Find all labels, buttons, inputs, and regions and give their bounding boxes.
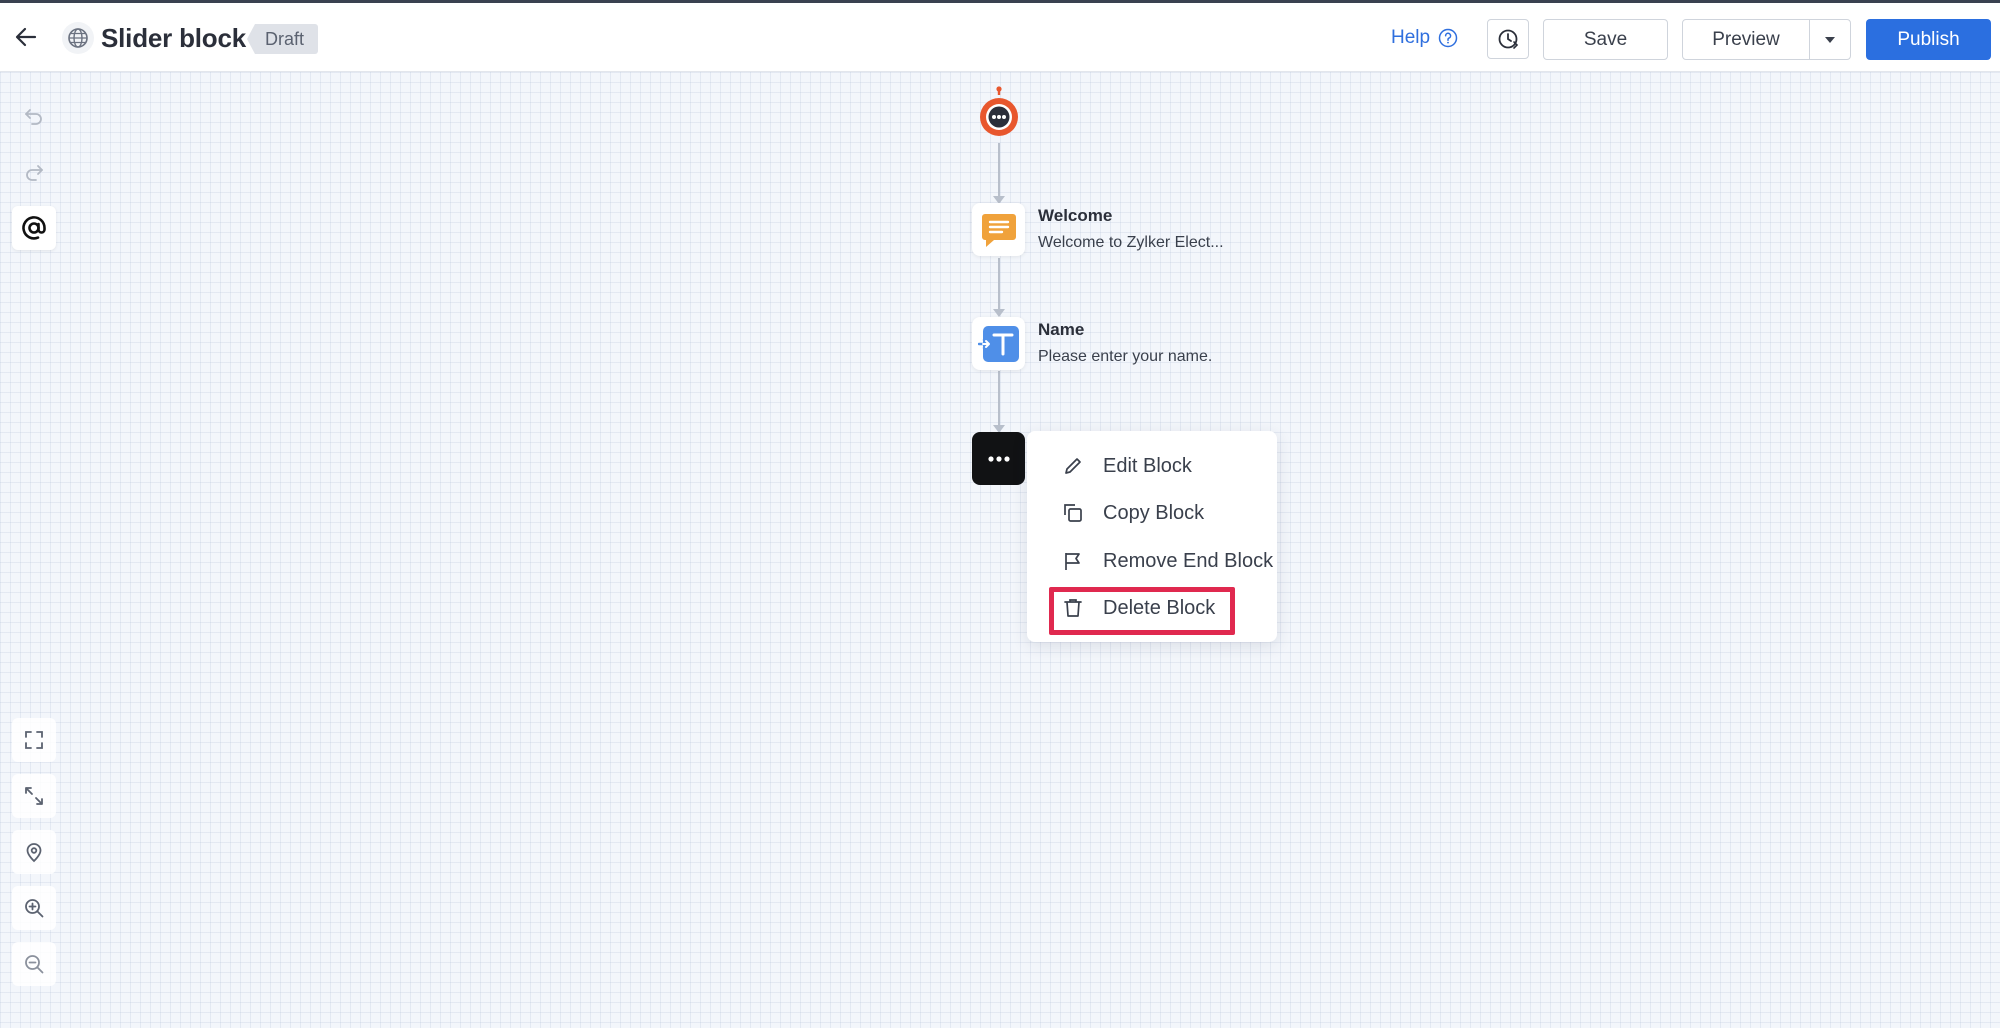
pencil-icon bbox=[1061, 454, 1085, 478]
connector-line bbox=[998, 258, 1000, 310]
connector-line bbox=[998, 371, 1000, 426]
zoom-out-button[interactable] bbox=[12, 942, 56, 986]
back-button[interactable] bbox=[8, 19, 44, 55]
menu-item-remove-end-block[interactable]: Remove End Block bbox=[1061, 545, 1273, 577]
caret-down-icon bbox=[1825, 36, 1835, 43]
connector-line bbox=[998, 143, 1000, 198]
node-subtitle: Welcome to Zylker Elect... bbox=[1038, 234, 1224, 251]
menu-item-label: Copy Block bbox=[1103, 501, 1205, 524]
mention-button[interactable] bbox=[12, 206, 56, 250]
end-block-node[interactable] bbox=[972, 432, 1025, 485]
undo-button[interactable] bbox=[12, 94, 56, 138]
delete-block-highlight bbox=[1049, 587, 1235, 635]
menu-item-copy-block[interactable]: Copy Block bbox=[1061, 497, 1204, 529]
message-icon bbox=[981, 213, 1016, 247]
toolbar-bottom bbox=[12, 718, 56, 998]
locate-button[interactable] bbox=[12, 830, 56, 874]
toolbar-top bbox=[12, 94, 56, 262]
expand-button[interactable] bbox=[12, 774, 56, 818]
question-circle-icon bbox=[1438, 28, 1458, 48]
flag-icon bbox=[1061, 549, 1085, 573]
zoom-in-button[interactable] bbox=[12, 886, 56, 930]
name-node-card[interactable] bbox=[972, 317, 1025, 370]
zoom-out-icon bbox=[25, 955, 44, 974]
more-icon bbox=[987, 455, 1010, 462]
header-bar: Slider block Draft Help Save Preview Pub… bbox=[0, 3, 2000, 72]
menu-item-label: Edit Block bbox=[1103, 454, 1192, 477]
help-link[interactable]: Help bbox=[1391, 27, 1458, 49]
expand-icon bbox=[25, 787, 43, 805]
redo-button[interactable] bbox=[12, 150, 56, 194]
fit-screen-button[interactable] bbox=[12, 718, 56, 762]
fit-screen-icon bbox=[25, 731, 43, 749]
zoom-in-icon bbox=[25, 899, 44, 918]
bot-start-node[interactable] bbox=[977, 86, 1021, 140]
node-subtitle: Please enter your name. bbox=[1038, 348, 1213, 365]
redo-icon bbox=[26, 165, 43, 181]
node-title: Welcome bbox=[1038, 206, 1113, 225]
node-title: Name bbox=[1038, 320, 1085, 339]
undo-icon bbox=[25, 109, 42, 125]
location-pin-icon bbox=[26, 843, 42, 863]
globe-icon bbox=[62, 22, 94, 54]
page-title: Slider block bbox=[101, 23, 246, 53]
copy-icon bbox=[1061, 501, 1085, 525]
preview-dropdown-button[interactable] bbox=[1809, 19, 1851, 60]
text-input-icon bbox=[977, 325, 1019, 362]
publish-button[interactable]: Publish bbox=[1866, 19, 1991, 60]
history-icon bbox=[1498, 29, 1519, 49]
bot-icon bbox=[980, 86, 1018, 136]
menu-item-edit-block[interactable]: Edit Block bbox=[1061, 450, 1192, 482]
connector-arrow bbox=[993, 309, 1005, 317]
history-button[interactable] bbox=[1487, 19, 1529, 59]
arrow-left-icon bbox=[15, 27, 37, 47]
welcome-node-card[interactable] bbox=[972, 203, 1025, 256]
menu-item-label: Remove End Block bbox=[1103, 549, 1274, 572]
help-label: Help bbox=[1391, 27, 1431, 48]
preview-button[interactable]: Preview bbox=[1682, 19, 1810, 60]
save-button[interactable]: Save bbox=[1543, 19, 1668, 60]
at-sign-icon bbox=[22, 216, 46, 240]
status-badge: Draft bbox=[247, 24, 319, 54]
